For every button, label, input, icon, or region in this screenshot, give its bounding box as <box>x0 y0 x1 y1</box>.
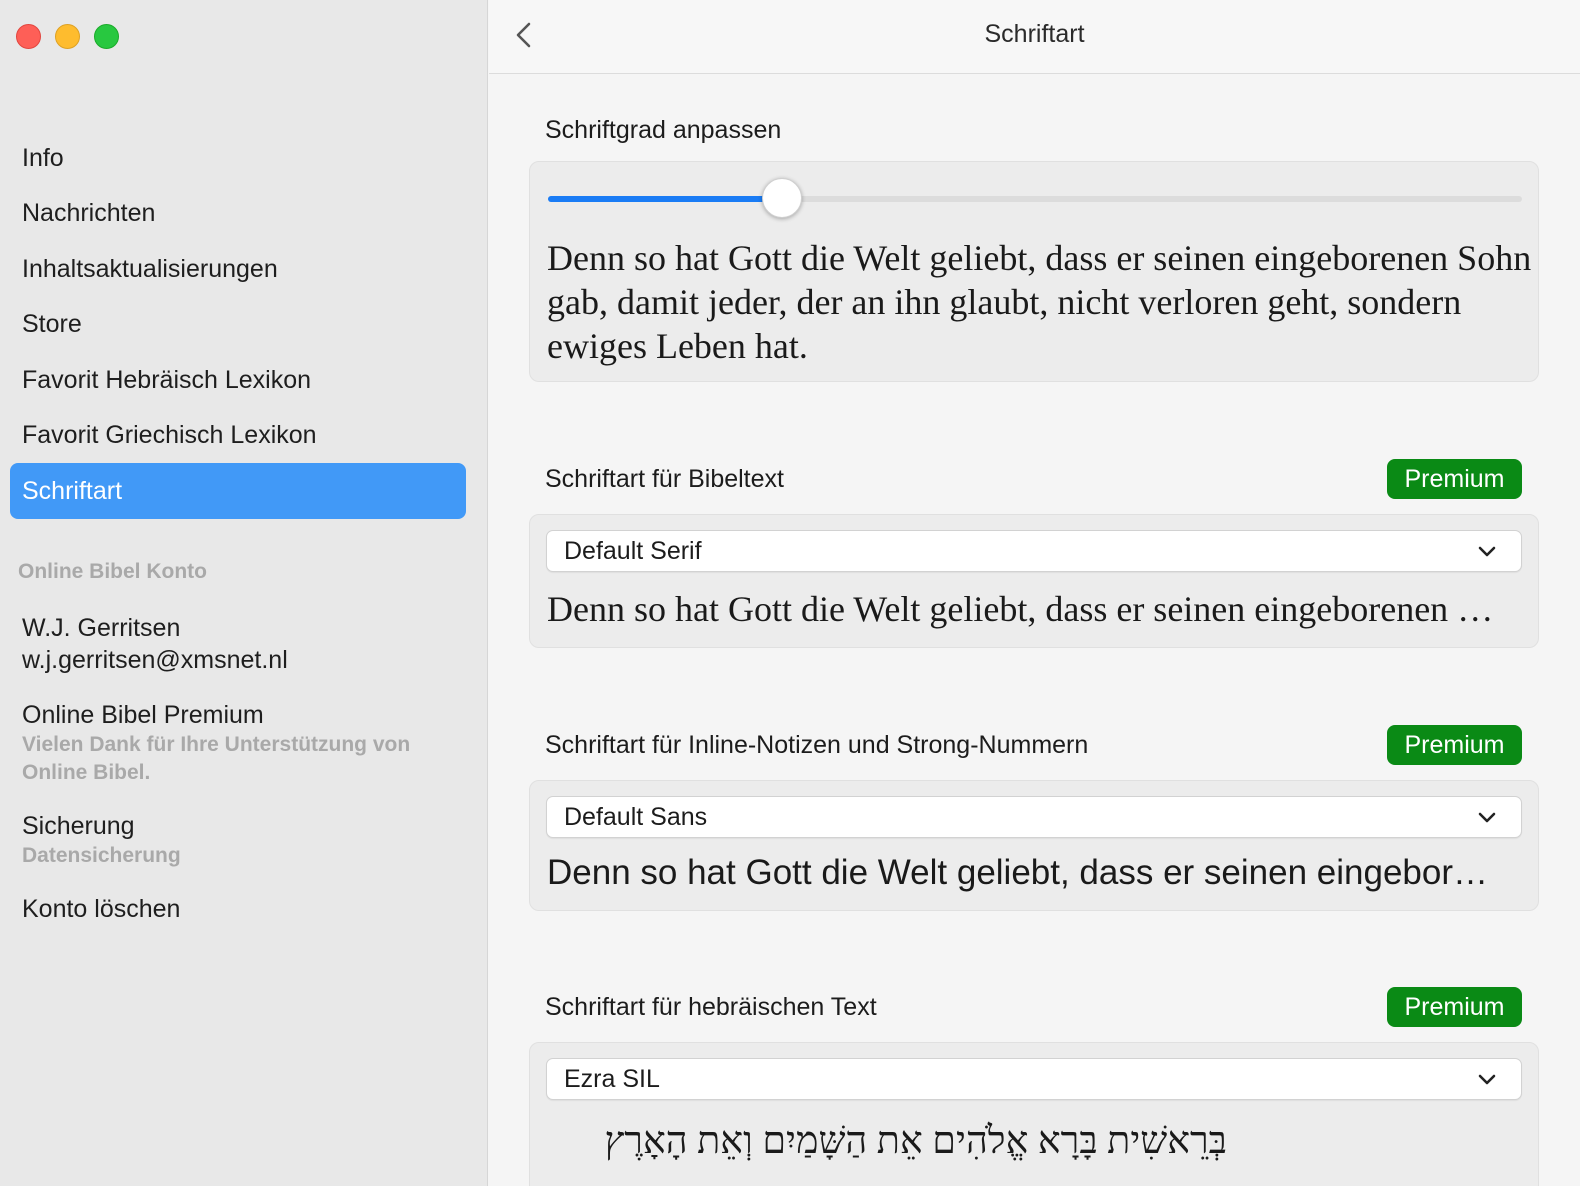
bible-font-select[interactable]: Default Serif <box>546 530 1522 572</box>
notes-font-label: Schriftart für Inline-Notizen und Strong… <box>545 731 1089 759</box>
chevron-down-icon <box>1478 546 1496 557</box>
sidebar-item-label: Schriftart <box>22 476 123 505</box>
premium-badge: Premium <box>1387 987 1522 1027</box>
chevron-down-icon <box>1478 1074 1496 1085</box>
sidebar-item-label: Inhaltsaktualisierungen <box>22 254 278 283</box>
sidebar-item-info[interactable]: Info <box>10 130 466 186</box>
page-title: Schriftart <box>984 20 1085 48</box>
close-window-button[interactable] <box>16 24 41 49</box>
sidebar-item-label: Favorit Hebräisch Lexikon <box>22 365 312 394</box>
font-size-label: Schriftgrad anpassen <box>545 116 782 144</box>
account-item[interactable]: W.J. Gerritsen w.j.gerritsen@xmsnet.nl <box>22 612 288 676</box>
sidebar-item-inhaltsaktualisierungen[interactable]: Inhaltsaktualisierungen <box>10 241 466 297</box>
backup-title: Sicherung <box>22 812 135 840</box>
backup-item[interactable]: Sicherung Datensicherung <box>22 810 181 870</box>
main-panel: Schriftart Schriftgrad anpassen Denn so … <box>489 0 1580 1186</box>
bible-font-card: Default Serif Denn so hat Gott die Welt … <box>529 514 1539 648</box>
font-size-preview: Denn so hat Gott die Welt geliebt, dass … <box>547 238 1532 366</box>
delete-account-item[interactable]: Konto löschen <box>22 893 180 925</box>
sidebar-item-label: Store <box>22 309 82 338</box>
premium-badge: Premium <box>1387 725 1522 765</box>
notes-font-preview: Denn so hat Gott die Welt geliebt, dass … <box>547 853 1507 892</box>
slider-knob[interactable] <box>761 178 802 218</box>
slider-fill <box>548 196 782 202</box>
chevron-down-icon <box>1478 812 1496 823</box>
sidebar-item-schriftart[interactable]: Schriftart <box>10 463 466 519</box>
hebrew-font-preview: בְּרֵאשִׁית בָּרָא אֱלֹהִים אֵת הַשָּׁמַ… <box>604 1120 1228 1162</box>
hebrew-font-value: Ezra SIL <box>564 1064 660 1093</box>
font-size-card: Denn so hat Gott die Welt geliebt, dass … <box>529 161 1539 382</box>
notes-font-select[interactable]: Default Sans <box>546 796 1522 838</box>
premium-title: Online Bibel Premium <box>22 701 264 729</box>
bible-font-label: Schriftart für Bibeltext <box>545 465 784 493</box>
premium-subtitle: Vielen Dank für Ihre Unterstützung von O… <box>22 733 411 784</box>
section-header-online-bibel-konto: Online Bibel Konto <box>18 560 207 583</box>
account-email: w.j.gerritsen@xmsnet.nl <box>22 646 288 674</box>
sidebar-item-favorit-hebraeisch-lexikon[interactable]: Favorit Hebräisch Lexikon <box>10 352 466 408</box>
hebrew-font-label: Schriftart für hebräischen Text <box>545 993 877 1021</box>
bible-font-preview: Denn so hat Gott die Welt geliebt, dass … <box>547 589 1513 629</box>
sidebar: Info Nachrichten Inhaltsaktualisierungen… <box>0 0 488 1186</box>
minimize-window-button[interactable] <box>55 24 80 49</box>
notes-font-card: Default Sans Denn so hat Gott die Welt g… <box>529 780 1539 911</box>
font-size-slider[interactable] <box>548 178 1522 218</box>
sidebar-item-label: Favorit Griechisch Lexikon <box>22 420 317 449</box>
sidebar-item-label: Info <box>22 143 64 172</box>
premium-badge: Premium <box>1387 459 1522 499</box>
sidebar-item-label: Nachrichten <box>22 198 156 227</box>
window-controls <box>16 24 119 49</box>
sidebar-item-favorit-griechisch-lexikon[interactable]: Favorit Griechisch Lexikon <box>10 407 466 463</box>
hebrew-font-select[interactable]: Ezra SIL <box>546 1058 1522 1100</box>
backup-subtitle: Datensicherung <box>22 844 181 867</box>
sidebar-item-store[interactable]: Store <box>10 296 466 352</box>
titlebar: Schriftart <box>489 0 1580 74</box>
bible-font-value: Default Serif <box>564 536 702 565</box>
notes-font-value: Default Sans <box>564 802 708 831</box>
hebrew-font-card: Ezra SIL בְּרֵאשִׁית בָּרָא אֱלֹהִים אֵת… <box>529 1042 1539 1186</box>
account-name: W.J. Gerritsen <box>22 614 181 642</box>
premium-item[interactable]: Online Bibel Premium Vielen Dank für Ihr… <box>22 699 462 787</box>
zoom-window-button[interactable] <box>94 24 119 49</box>
sidebar-item-nachrichten[interactable]: Nachrichten <box>10 185 466 241</box>
delete-account-label: Konto löschen <box>22 895 181 923</box>
